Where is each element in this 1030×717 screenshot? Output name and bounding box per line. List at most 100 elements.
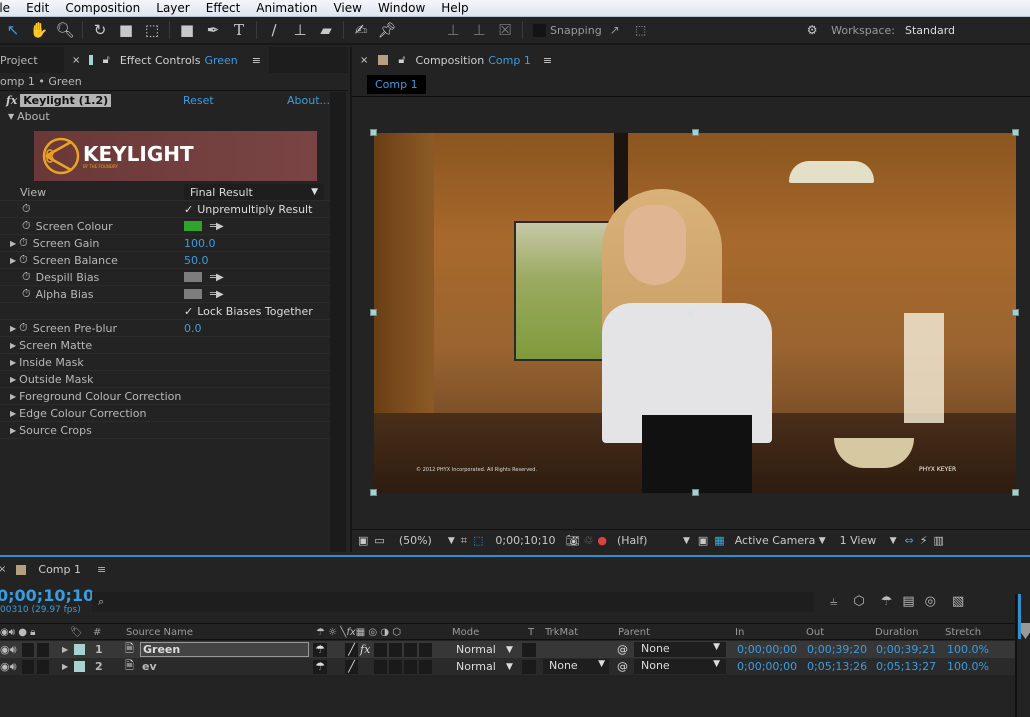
stopwatch-icon[interactable]: ⏱︎ xyxy=(22,270,31,284)
mode-dropdown[interactable]: Normal xyxy=(456,660,496,673)
snapping-checkbox[interactable] xyxy=(533,23,546,37)
show-snapshot-icon[interactable]: ♲ xyxy=(583,534,593,547)
view-dropdown[interactable]: Final Result ▼ xyxy=(184,184,324,200)
stopwatch-icon[interactable]: ⏱︎ xyxy=(22,219,31,233)
column-header-stretch[interactable]: Stretch xyxy=(945,624,981,641)
column-header-t[interactable]: T xyxy=(528,624,534,641)
layer-out-point[interactable]: 0;05;13;26 xyxy=(807,660,867,673)
local-axis-icon[interactable]: ⊥ xyxy=(440,19,466,41)
layer-duration[interactable]: 0;00;39;21 xyxy=(876,643,936,656)
frame-blend-switch[interactable] xyxy=(374,659,387,674)
selection-tool-icon[interactable]: ↖ xyxy=(0,19,26,41)
shy-layers-icon[interactable]: ☂ xyxy=(881,594,893,609)
stopwatch-icon[interactable]: ⏱︎ xyxy=(19,321,28,335)
toggle-pixel-aspect-icon[interactable]: ⇔ xyxy=(905,534,914,547)
menu-composition[interactable]: Composition xyxy=(57,1,148,15)
panel-menu-icon[interactable]: ≡ xyxy=(97,563,106,576)
expand-arrow-icon[interactable]: ▶ xyxy=(10,256,16,265)
expand-arrow-icon[interactable]: ▶ xyxy=(62,662,68,671)
close-icon[interactable]: × xyxy=(72,55,80,66)
pickwhip-icon[interactable]: @ xyxy=(617,660,628,673)
mode-dropdown[interactable]: Normal xyxy=(456,643,496,656)
transform-handle[interactable] xyxy=(370,309,377,316)
current-time-indicator[interactable] xyxy=(1021,623,1030,639)
group-edge-colour-correction[interactable]: ▶ Edge Colour Correction xyxy=(0,405,330,422)
panel-menu-icon[interactable]: ≡ xyxy=(543,54,552,67)
column-header-mode[interactable]: Mode xyxy=(452,624,479,641)
timeline-icon[interactable]: ▥ xyxy=(933,534,943,547)
layer-row[interactable]: ◉🔊︎ ▶ 1 🗎︎ Green ☂ ╱ fx Normal ▼ @ None ▼… xyxy=(0,641,1015,658)
parent-dropdown[interactable]: None ▼ xyxy=(634,642,726,657)
group-screen-matte[interactable]: ▶ Screen Matte xyxy=(0,337,330,354)
draft-3d-icon[interactable]: ⬡ xyxy=(853,594,864,609)
timeline-tab[interactable]: × Comp 1 ≡ xyxy=(0,557,1030,582)
pen-tool-icon[interactable]: ✒ xyxy=(200,19,226,41)
view-axis-icon[interactable]: ☒ xyxy=(492,19,518,41)
clone-stamp-tool-icon[interactable]: ⊥ xyxy=(287,19,313,41)
composition-viewer[interactable]: © 2012 PHYX Incorporated. All Rights Res… xyxy=(374,133,1016,493)
eraser-tool-icon[interactable]: ▰ xyxy=(313,19,339,41)
dropdown-arrow-icon[interactable]: ▼ xyxy=(506,662,513,672)
transform-handle[interactable] xyxy=(370,489,377,496)
workspace-dropdown[interactable]: Standard xyxy=(905,24,1030,37)
transform-handle[interactable] xyxy=(692,129,699,136)
adjustment-switch[interactable] xyxy=(404,659,417,674)
layer-duration[interactable]: 0;05;13;27 xyxy=(876,660,936,673)
fx-toggle[interactable]: fx xyxy=(6,94,17,107)
expand-arrow-icon[interactable]: ▶ xyxy=(62,645,68,654)
preserve-transparency-toggle[interactable] xyxy=(522,642,536,657)
pan-behind-tool-icon[interactable]: ⬚ xyxy=(139,19,165,41)
lock-biases-checkbox[interactable]: ✓ Lock Biases Together xyxy=(184,305,313,318)
group-outside-mask[interactable]: ▶ Outside Mask xyxy=(0,371,330,388)
stopwatch-icon[interactable]: ⏱︎ xyxy=(19,253,28,267)
eyedropper-icon[interactable]: ═▶ xyxy=(210,272,224,283)
pickwhip-icon[interactable]: @ xyxy=(617,643,628,656)
column-header-out[interactable]: Out xyxy=(806,624,824,641)
effect-about-link[interactable]: About... xyxy=(287,94,330,107)
frame-blend-switch[interactable] xyxy=(374,642,387,657)
visibility-icon[interactable]: ◉🔊︎ xyxy=(0,660,17,674)
layer-in-point[interactable]: 0;00;00;00 xyxy=(737,643,797,656)
expand-arrow-icon[interactable]: ▶ xyxy=(10,324,16,333)
brush-tool-icon[interactable]: ∕ xyxy=(261,19,287,41)
quality-switch[interactable]: ╱ xyxy=(345,642,358,657)
monitor-icon[interactable]: ▭ xyxy=(374,534,384,547)
zoom-tool-icon[interactable]: 🔍︎ xyxy=(52,19,78,41)
magnification-dropdown[interactable]: (50%) xyxy=(399,534,432,547)
menu-effect[interactable]: Effect xyxy=(198,1,249,15)
snap-feature-icon[interactable]: ↗ xyxy=(602,19,628,41)
lock-toggle[interactable] xyxy=(37,659,49,674)
stopwatch-icon[interactable]: ⏱︎ xyxy=(19,236,28,250)
effect-switch[interactable]: fx xyxy=(360,643,370,656)
despill-bias-swatch[interactable] xyxy=(184,272,202,282)
tab-project[interactable]: Project xyxy=(0,47,64,73)
tab-effect-controls[interactable]: × 🔓︎ Effect Controls Green ≡ xyxy=(64,47,269,73)
about-section-toggle[interactable]: ▼ About xyxy=(8,110,50,123)
eyedropper-icon[interactable]: ═▶ xyxy=(210,221,224,232)
camera-view-dropdown[interactable]: Active Camera xyxy=(735,534,819,547)
shy-switch[interactable]: ☂ xyxy=(313,642,327,657)
layer-name-input[interactable]: Green xyxy=(140,642,309,657)
current-time-display[interactable]: 0;00;10;10 xyxy=(495,534,555,547)
eyedropper-icon[interactable]: ═▶ xyxy=(210,289,224,300)
group-inside-mask[interactable]: ▶ Inside Mask xyxy=(0,354,330,371)
rotate-tool-icon[interactable]: ↻ xyxy=(87,19,113,41)
transform-handle[interactable] xyxy=(1012,129,1019,136)
column-header-source-name[interactable]: Source Name xyxy=(126,624,193,641)
close-icon[interactable]: × xyxy=(0,564,6,575)
quality-switch[interactable]: ╱ xyxy=(345,659,358,674)
snap-edges-icon[interactable]: ⬚ xyxy=(628,19,654,41)
menu-file[interactable]: ile xyxy=(0,1,18,15)
effect-name[interactable]: Keylight (1.2) xyxy=(20,94,112,107)
dropdown-arrow-icon[interactable]: ▼ xyxy=(683,536,690,546)
layer-row[interactable]: ◉🔊︎ ▶ 2 🗎︎ ev ☂ ╱ Normal ▼ None ▼ @ None ▼… xyxy=(0,658,1015,675)
dropdown-arrow-icon[interactable]: ▼ xyxy=(448,536,455,546)
tab-composition[interactable]: × 🔓︎ Composition Comp 1 ≡ xyxy=(352,47,561,73)
column-header-num[interactable]: # xyxy=(93,624,101,641)
motion-blur-icon[interactable]: ◎ xyxy=(925,594,936,609)
close-icon[interactable]: × xyxy=(360,55,368,66)
graph-editor-icon[interactable]: ▧ xyxy=(952,594,964,609)
lock-icon[interactable]: 🔓︎ xyxy=(103,53,110,67)
screen-colour-swatch[interactable] xyxy=(184,221,202,231)
layer-name[interactable]: ev xyxy=(142,660,157,673)
